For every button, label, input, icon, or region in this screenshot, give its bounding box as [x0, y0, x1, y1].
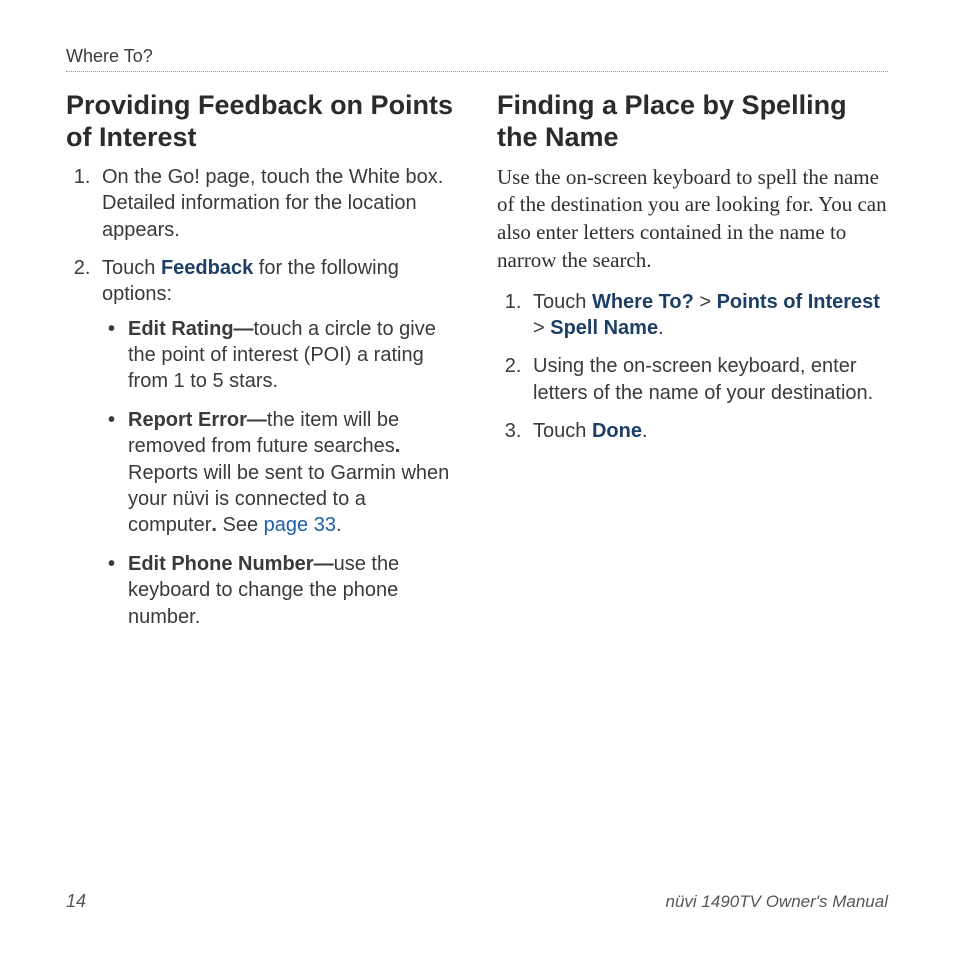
step1-mid: Go! page, touch the White — [168, 166, 400, 188]
points-of-interest-ui-label: Points of Interest — [717, 291, 880, 313]
doc-title: nüvi 1490TV Owner's Manual — [666, 892, 888, 912]
page-footer: 14 nüvi 1490TV Owner's Manual — [66, 891, 888, 912]
r1-pre: Touch — [533, 291, 592, 313]
page-number: 14 — [66, 891, 86, 912]
report-error-label: Report Error— — [128, 409, 267, 431]
right-column: Finding a Place by Spelling the Name Use… — [497, 86, 888, 642]
section-heading-feedback: Providing Feedback on Points of Interest — [66, 90, 457, 154]
content-columns: Providing Feedback on Points of Interest… — [66, 86, 888, 642]
step2-pre: Touch — [102, 257, 161, 279]
step-1: On the Go! page, touch the White box. De… — [96, 164, 457, 243]
r3-pre: Touch — [533, 420, 592, 442]
report-error-see-post: . — [336, 514, 342, 536]
steps-right: Touch Where To? > Points of Interest > S… — [497, 289, 888, 445]
edit-phone-label: Edit Phone Number— — [128, 553, 334, 575]
edit-rating-label: Edit Rating— — [128, 318, 254, 340]
option-edit-phone: Edit Phone Number—use the keyboard to ch… — [102, 551, 457, 630]
left-column: Providing Feedback on Points of Interest… — [66, 86, 457, 642]
option-report-error: Report Error—the item will be removed fr… — [102, 407, 457, 539]
steps-left: On the Go! page, touch the White box. De… — [66, 164, 457, 630]
step1-pre: On the — [102, 166, 168, 188]
done-ui-label: Done — [592, 420, 642, 442]
r1-gt1: > — [694, 291, 717, 313]
r-step-2: Using the on-screen keyboard, enter lett… — [527, 353, 888, 406]
r3-post: . — [642, 420, 648, 442]
r1-post: . — [658, 317, 664, 339]
section-heading-spell-name: Finding a Place by Spelling the Name — [497, 90, 888, 154]
r2-text: Using the on-screen keyboard, enter lett… — [533, 355, 873, 403]
r-step-3: Touch Done. — [527, 418, 888, 444]
r1-gt2: > — [533, 317, 550, 339]
intro-paragraph: Use the on-screen keyboard to spell the … — [497, 164, 888, 275]
r-step-1: Touch Where To? > Points of Interest > S… — [527, 289, 888, 342]
step-2: Touch Feedback for the following options… — [96, 255, 457, 630]
option-edit-rating: Edit Rating—touch a circle to give the p… — [102, 316, 457, 395]
feedback-options: Edit Rating—touch a circle to give the p… — [102, 316, 457, 630]
running-head: Where To? — [66, 46, 888, 72]
feedback-ui-label: Feedback — [161, 257, 253, 279]
report-error-dot1: . — [395, 435, 401, 457]
where-to-ui-label: Where To? — [592, 291, 694, 313]
report-error-see-pre: See — [217, 514, 264, 536]
manual-page: Where To? Providing Feedback on Points o… — [0, 0, 954, 954]
spell-name-ui-label: Spell Name — [550, 317, 658, 339]
page-33-link[interactable]: page 33 — [264, 514, 336, 536]
